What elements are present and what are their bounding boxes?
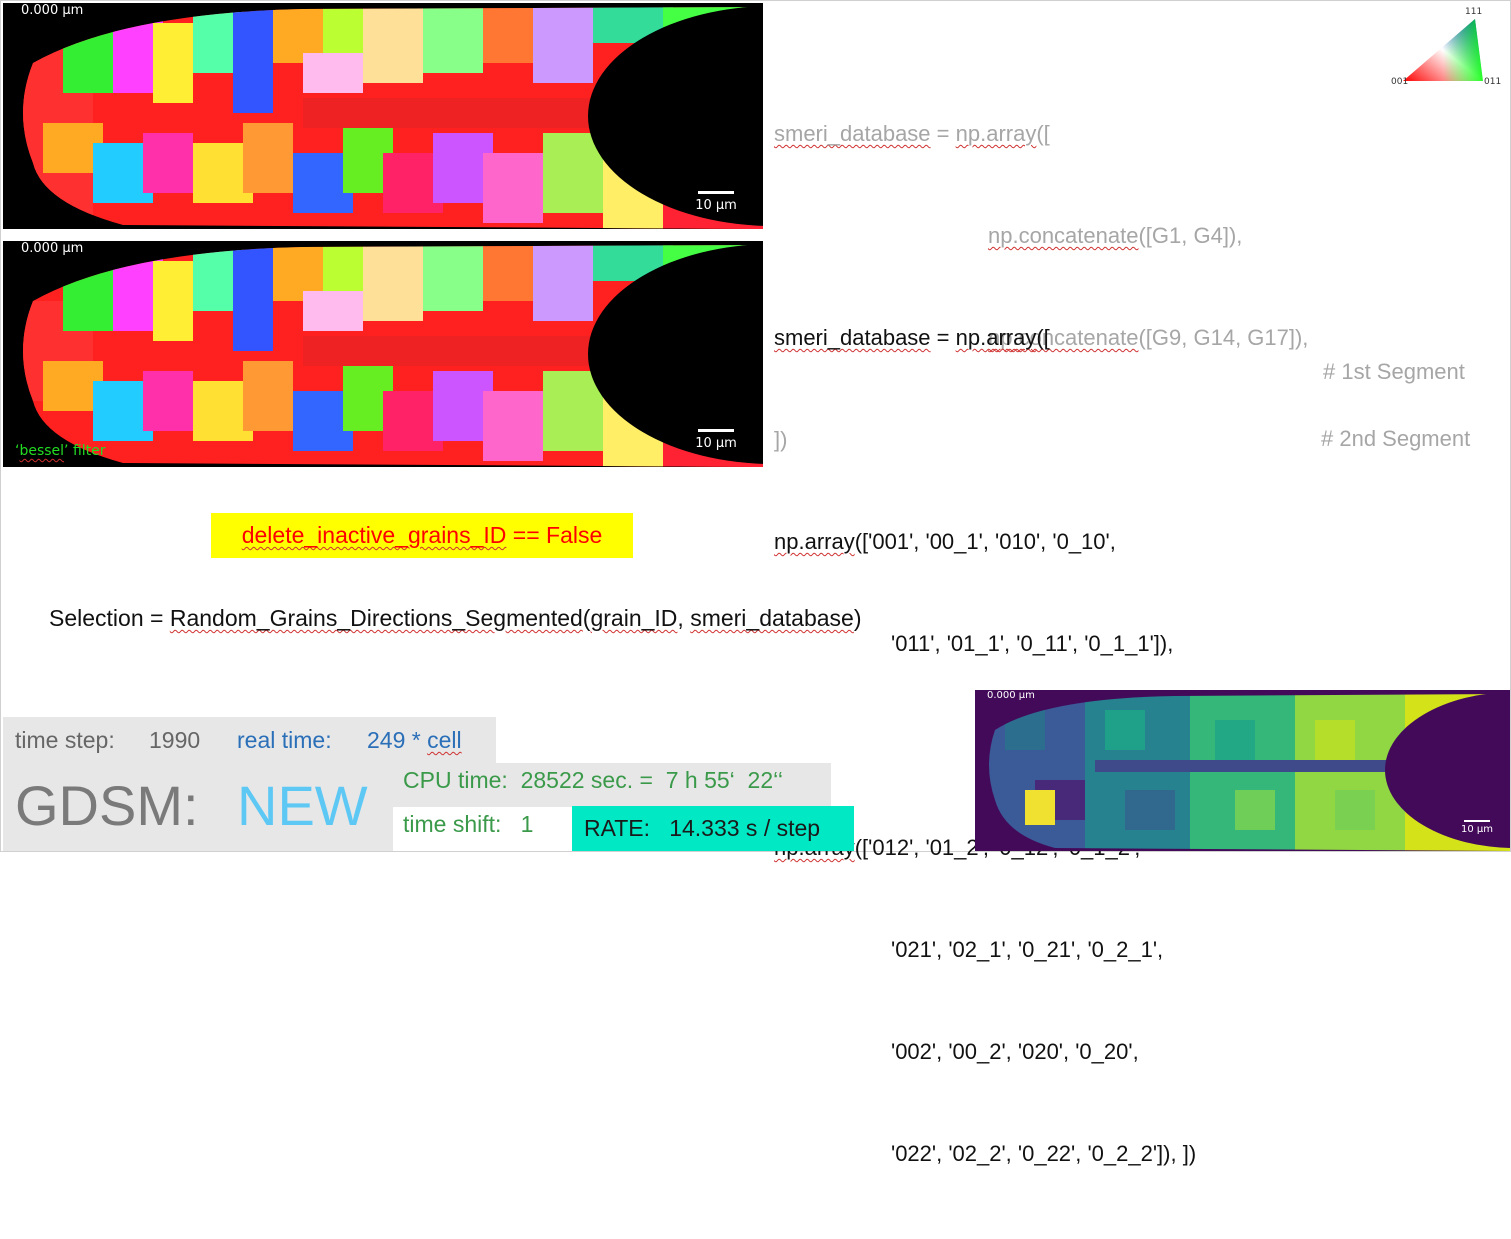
code-token: smeri_database bbox=[774, 121, 931, 146]
code-token: smeri_database bbox=[690, 605, 854, 631]
scale-bar-line bbox=[698, 191, 734, 194]
ipf-label-111: 111 bbox=[1465, 7, 1483, 17]
code-line: '021', '02_1', '0_21', '0_2_1', bbox=[774, 933, 1196, 967]
code-line: '002', '00_2', '020', '0_20', bbox=[774, 1035, 1196, 1069]
function-name: Random_Grains_Directions_Segmented bbox=[169, 605, 583, 631]
code-token: Selection = bbox=[49, 605, 170, 631]
code-token: (['001', '00_1', '010', '0_10', bbox=[854, 529, 1116, 554]
filter-name: bessel bbox=[19, 443, 65, 459]
code-token: = bbox=[930, 121, 956, 146]
ipf-legend: 111 001 011 bbox=[1389, 7, 1502, 91]
grain-map-top: 0.000 µm 10 µm bbox=[3, 3, 763, 229]
code-token: = bbox=[930, 325, 956, 350]
scale-bar: 10 µm bbox=[1457, 820, 1497, 835]
status-top-bar: time step: 1990 real time: 249 * cell bbox=[3, 717, 496, 763]
slide: 0.000 µm 10 µm 0.000 µm ‘bessel’ filter … bbox=[0, 0, 1511, 1166]
code-line-blank: ​ bbox=[774, 423, 1196, 457]
code-token: ([G1, G4]), bbox=[1138, 223, 1243, 248]
real-time-number: 249 * bbox=[367, 727, 428, 753]
code-token: ([ bbox=[1036, 121, 1050, 146]
real-time-unit: cell bbox=[427, 727, 462, 753]
code-line: smeri_database = np.array([ bbox=[774, 321, 1196, 355]
time-step-label: time step: bbox=[15, 727, 115, 753]
code-token: ) bbox=[853, 605, 862, 631]
code-token: np.array bbox=[955, 121, 1037, 146]
code-token: '021', '02_1', '0_21', '0_2_1', bbox=[891, 937, 1164, 962]
code-token: '002', '00_2', '020', '0_20', bbox=[891, 1039, 1139, 1064]
grain-map-filtered: 0.000 µm ‘bessel’ filter 10 µm bbox=[3, 241, 763, 467]
grain-map-filtered-image bbox=[23, 244, 763, 467]
model-mode: NEW bbox=[237, 774, 368, 837]
code-token: smeri_database bbox=[774, 325, 931, 350]
code-line: '011', '01_1', '0_11', '0_1_1']), bbox=[774, 627, 1196, 661]
segment-comment-1: # 1st Segment bbox=[1323, 359, 1465, 384]
grain-map-segmented-image bbox=[975, 690, 1510, 851]
scale-bar-label: 10 µm bbox=[1460, 824, 1493, 835]
flag-value: == False bbox=[506, 522, 603, 548]
scale-bar-line bbox=[1464, 820, 1490, 822]
scale-bar-label: 10 µm bbox=[695, 436, 737, 451]
scale-bar: 10 µm bbox=[691, 429, 741, 451]
code-token: np.array bbox=[774, 529, 855, 554]
scale-bar: 10 µm bbox=[691, 191, 741, 213]
coordinate-readout: 0.000 µm bbox=[987, 690, 1035, 701]
code-line: '022', '02_2', '0_22', '0_2_2']), ]) bbox=[774, 1137, 1196, 1171]
ipf-label-001: 001 bbox=[1391, 77, 1409, 87]
real-time-value: 249 * cell bbox=[367, 717, 462, 763]
coordinate-readout: 0.000 µm bbox=[21, 3, 84, 18]
model-name: GDSM: bbox=[15, 774, 199, 837]
code-line: np.concatenate([G1, G4]), bbox=[774, 219, 1308, 253]
code-token: '022', '02_2', '0_22', '0_2_2']), ]) bbox=[891, 1141, 1197, 1166]
code-line: np.array(['001', '00_1', '010', '0_10', bbox=[774, 525, 1196, 559]
filter-label-suffix: ’ filter bbox=[64, 443, 106, 459]
selection-call: Selection = Random_Grains_Directions_Seg… bbox=[49, 605, 862, 632]
grain-map-segmented: 0.000 µm 10 µm bbox=[975, 690, 1510, 851]
filter-label: ‘bessel’ filter bbox=[15, 443, 106, 459]
code-token: '011', '01_1', '0_11', '0_1_1']), bbox=[891, 631, 1174, 656]
grain-map-top-image bbox=[23, 6, 763, 229]
code-token: , bbox=[677, 605, 691, 631]
scale-bar-label: 10 µm bbox=[695, 198, 737, 213]
ipf-label-011: 011 bbox=[1484, 77, 1502, 87]
real-time-label: real time: bbox=[237, 727, 332, 753]
time-shift: time shift: 1 bbox=[403, 811, 534, 837]
time-step-value: 1990 bbox=[149, 727, 201, 753]
segment-comment-2: # 2nd Segment bbox=[1321, 426, 1471, 451]
coordinate-readout: 0.000 µm bbox=[21, 241, 84, 256]
flag-variable: delete_inactive_grains_ID bbox=[241, 522, 507, 548]
rate-badge: RATE: 14.333 s / step bbox=[572, 806, 854, 851]
code-token: np.concatenate bbox=[988, 223, 1139, 248]
cpu-time: CPU time: 28522 sec. = 7 h 55‘ 22‘‘ bbox=[403, 767, 783, 793]
scale-bar-line bbox=[698, 429, 734, 432]
code-token: np.array bbox=[955, 325, 1037, 350]
delete-inactive-flag: delete_inactive_grains_ID == False bbox=[211, 513, 633, 558]
code-line: smeri_database = np.array([ bbox=[774, 117, 1308, 151]
code-token: ([ bbox=[1036, 325, 1050, 350]
code-token: grain_ID bbox=[590, 605, 678, 631]
